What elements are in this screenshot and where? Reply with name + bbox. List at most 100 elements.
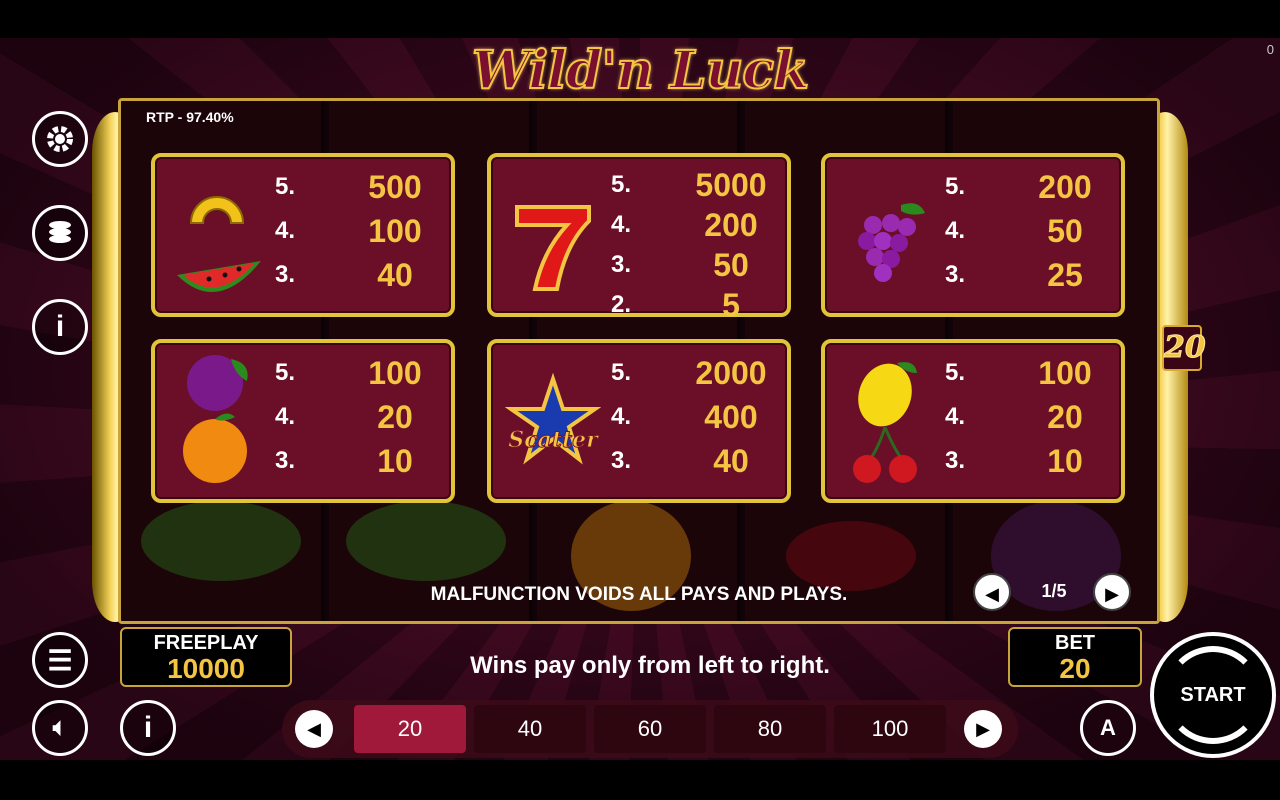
payout-value: 100 [368, 212, 422, 249]
bet-label: BET [1055, 632, 1095, 654]
info-icon: i [143, 711, 153, 744]
bet-option[interactable]: 60 [594, 705, 706, 753]
coins-stack-icon [49, 221, 71, 243]
pay-row: 3. 10 [945, 439, 1115, 483]
match-count: 4. [275, 217, 296, 244]
match-count: 4. [611, 211, 632, 238]
ghost-watermelon [346, 501, 506, 581]
paytable-page-indicator: 1/5 [1041, 581, 1067, 601]
coins-button[interactable] [32, 205, 88, 261]
symbol-group-icon [515, 205, 591, 291]
chevron-left-icon: ◀ [307, 719, 321, 739]
pay-row: 4. 20 [275, 395, 445, 439]
symbol-group-icon [858, 203, 925, 282]
match-count: 3. [945, 261, 966, 288]
ghost-watermelon [141, 501, 301, 581]
payout-value: 10 [1047, 442, 1083, 479]
bet-option[interactable]: 100 [834, 705, 946, 753]
match-count: 5. [611, 171, 632, 198]
symbol-group-icon [183, 355, 248, 483]
match-count: 2. [611, 291, 632, 318]
pay-row: 4. 100 [275, 209, 445, 253]
pay-rows: 5. 500 4. 100 3. 40 [275, 165, 445, 297]
pay-row: 3. 40 [275, 253, 445, 297]
payout-value: 20 [377, 398, 413, 435]
match-count: 5. [275, 359, 296, 386]
plum-icon [187, 355, 248, 411]
bet-option[interactable]: 20 [354, 705, 466, 753]
pay-row: 3. 40 [611, 439, 781, 483]
grapes-icon [858, 203, 925, 282]
info-icon: i [55, 310, 65, 343]
corner-counter: 0 [1266, 42, 1274, 57]
balance-label: FREEPLAY [153, 632, 259, 654]
match-count: 5. [611, 359, 632, 386]
menu-button[interactable]: ☰ [32, 632, 88, 688]
payout-value: 100 [1038, 354, 1092, 391]
autoplay-button[interactable]: A [1080, 700, 1136, 756]
payout-value: 50 [1047, 212, 1083, 249]
lines-badge: 20 [1162, 325, 1206, 371]
payout-value: 400 [704, 398, 758, 435]
pay-row: 5. 200 [945, 165, 1115, 209]
match-count: 3. [611, 447, 632, 474]
pay-row: 5. 5000 [611, 165, 781, 205]
settings-button[interactable] [32, 111, 88, 167]
match-count: 4. [945, 217, 966, 244]
seven-icon [515, 205, 591, 291]
pay-rows: 5. 200 4. 50 3. 25 [945, 165, 1115, 297]
match-count: 3. [275, 261, 296, 288]
symbol-group-icon [177, 196, 261, 293]
info-button[interactable]: i [32, 299, 88, 355]
start-button[interactable]: START [1150, 632, 1276, 758]
horseshoe-icon [189, 196, 245, 224]
payout-value: 100 [368, 354, 422, 391]
pay-rows: 5. 100 4. 20 3. 10 [275, 351, 445, 483]
paytable-panel-seven: 5. 5000 4. 200 3. 50 2. 5 [487, 153, 791, 323]
game-screen: 0 Wild'n Luck 20 20 RTP - 97.40% [0, 0, 1280, 800]
lemon-icon [858, 362, 917, 427]
autoplay-icon: A [1100, 715, 1116, 740]
sound-button[interactable]: 🔈︎ [32, 700, 88, 756]
paytable-prev-button[interactable]: ◀ [973, 573, 1011, 611]
payout-value: 2000 [695, 354, 767, 391]
paytable-window: RTP - 97.40% 5. 500 4. 100 3. 40 5. 5000… [118, 98, 1160, 624]
payout-value: 10 [377, 442, 413, 479]
balance-display: FREEPLAY 10000 [120, 627, 292, 687]
chevron-left-icon: ◀ [985, 584, 999, 604]
payout-value: 20 [1047, 398, 1083, 435]
bet-option[interactable]: 40 [474, 705, 586, 753]
payout-value: 25 [1047, 256, 1083, 293]
match-count: 5. [275, 173, 296, 200]
ghost-cherries [786, 521, 916, 591]
hamburger-menu-icon: ☰ [47, 644, 73, 676]
speaker-icon: 🔈︎ [52, 714, 68, 741]
paytable-next-button[interactable]: ▶ [1093, 573, 1131, 611]
paytable-panel-lemon-cherries: 5. 100 4. 20 3. 10 [821, 339, 1125, 503]
payout-value: 40 [377, 256, 413, 293]
pay-row: 3. 50 [611, 245, 781, 285]
payout-value: 50 [713, 246, 749, 283]
paytable-panel-horseshoe-watermelon: 5. 500 4. 100 3. 40 [151, 153, 455, 317]
bet-next-button[interactable]: ▶ [964, 710, 1002, 748]
symbol-group-icon [853, 362, 917, 483]
watermelon-icon [177, 261, 261, 293]
pay-rows: 5. 100 4. 20 3. 10 [945, 351, 1115, 483]
help-button[interactable]: i [120, 700, 176, 756]
match-count: 5. [945, 359, 966, 386]
payout-value: 5 [722, 286, 740, 323]
pay-row: 2. 5 [611, 285, 781, 325]
game-logo: Wild'n Luck 20 [471, 39, 810, 164]
bet-display: BET 20 [1008, 627, 1142, 687]
match-count: 4. [611, 403, 632, 430]
pay-row: 3. 10 [275, 439, 445, 483]
pay-row: 4. 20 [945, 395, 1115, 439]
bet-prev-button[interactable]: ◀ [295, 710, 333, 748]
symbol-group-icon: Scatter [505, 372, 601, 465]
bet-option[interactable]: 80 [714, 705, 826, 753]
cherries-icon [853, 426, 917, 483]
pay-row: 5. 100 [275, 351, 445, 395]
chevron-right-icon: ▶ [976, 719, 990, 739]
pay-row: 5. 100 [945, 351, 1115, 395]
match-count: 3. [275, 447, 296, 474]
